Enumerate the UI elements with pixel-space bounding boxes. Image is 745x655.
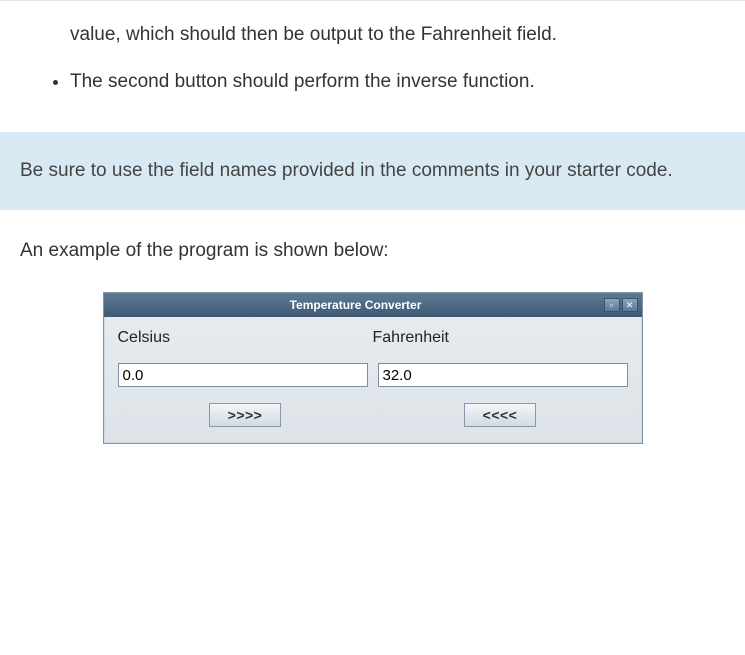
titlebar-buttons: ▫ ✕ bbox=[604, 298, 638, 312]
window-title: Temperature Converter bbox=[108, 298, 604, 312]
fahrenheit-label: Fahrenheit bbox=[373, 329, 628, 363]
app-window: Temperature Converter ▫ ✕ Celsius Fahren… bbox=[103, 292, 643, 444]
celsius-label: Celsius bbox=[118, 329, 373, 363]
note-text: Be sure to use the field names provided … bbox=[20, 156, 725, 186]
labels-row: Celsius Fahrenheit bbox=[118, 329, 628, 363]
instruction-bullet: The second button should perform the inv… bbox=[70, 62, 725, 103]
inputs-row bbox=[118, 363, 628, 387]
fahrenheit-input[interactable] bbox=[378, 363, 628, 387]
minimize-glyph: ▫ bbox=[610, 301, 613, 310]
celsius-input[interactable] bbox=[118, 363, 368, 387]
example-caption: An example of the program is shown below… bbox=[20, 240, 725, 262]
instruction-list: The second button should perform the inv… bbox=[20, 62, 725, 103]
buttons-row: >>>> <<<< bbox=[118, 403, 628, 427]
close-glyph: ✕ bbox=[626, 301, 634, 310]
window-body: Celsius Fahrenheit >>>> <<<< bbox=[104, 317, 642, 443]
convert-to-fahrenheit-button[interactable]: >>>> bbox=[209, 403, 282, 427]
convert-to-celsius-button[interactable]: <<<< bbox=[464, 403, 537, 427]
minimize-icon[interactable]: ▫ bbox=[604, 298, 620, 312]
intro-continuation: value, which should then be output to th… bbox=[20, 1, 725, 62]
titlebar: Temperature Converter ▫ ✕ bbox=[104, 293, 642, 317]
note-callout: Be sure to use the field names provided … bbox=[0, 132, 745, 210]
close-icon[interactable]: ✕ bbox=[622, 298, 638, 312]
